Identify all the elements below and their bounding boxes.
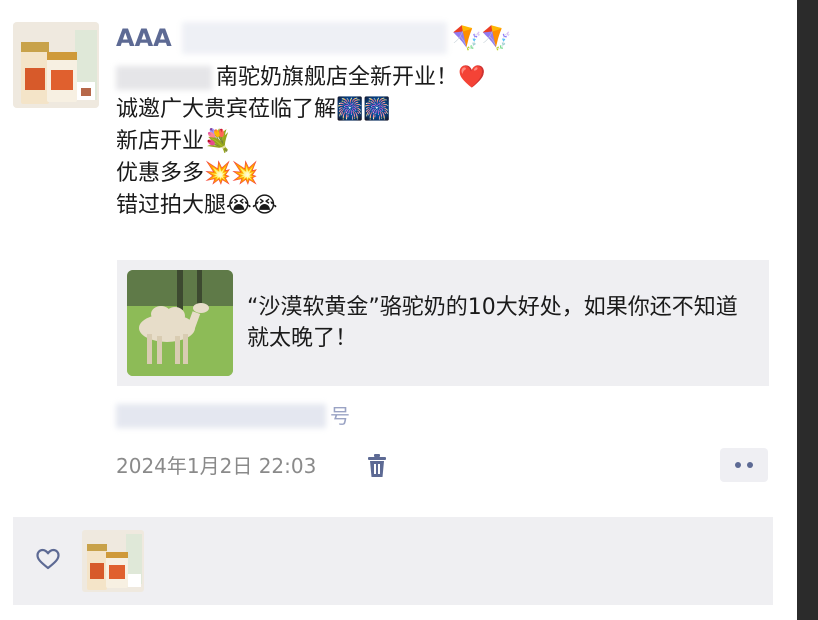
trash-icon[interactable] [365, 452, 389, 480]
heart-outline-icon[interactable] [35, 547, 61, 571]
post-line-text: 南驼奶旗舰店全新开业！❤️ [216, 65, 486, 90]
poster-name-text[interactable]: AAA [116, 24, 172, 52]
post-body: 南驼奶旗舰店全新开业！❤️ 诚邀广大贵宾莅临了解🎆🎆 新店开业💐 优惠多多💥💥 … [116, 62, 756, 222]
source-name-blurred [116, 404, 326, 428]
post-line: 优惠多多💥💥 [116, 158, 756, 190]
poster-name-suffix: 🪁🪁 [452, 22, 512, 54]
likes-section [13, 517, 773, 605]
source-account-label[interactable]: 号 [330, 400, 350, 432]
post-line-text: 诚邀广大贵宾莅临了解🎆🎆 [116, 97, 391, 122]
dot [735, 462, 741, 468]
post-timestamp: 2024年1月2日 22:03 [116, 454, 317, 478]
poster-name-blurred [182, 22, 447, 54]
avatar[interactable] [13, 22, 99, 108]
window-edge [797, 0, 818, 620]
product-avatar-image [13, 22, 99, 108]
kite-emoji: 🪁🪁 [452, 24, 512, 52]
shared-article-title[interactable]: “沙漠软黄金”骆驼奶的10大好处，如果你还不知道就太晚了！ [247, 292, 757, 354]
shared-article-card[interactable]: “沙漠软黄金”骆驼奶的10大好处，如果你还不知道就太晚了！ [117, 260, 769, 386]
post-line: 新店开业💐 [116, 126, 756, 158]
more-dots-icon[interactable] [720, 448, 768, 482]
post-line-text: 新店开业💐 [116, 129, 232, 154]
camel-photo-icon [127, 270, 233, 376]
post-line-text: 错过拍大腿😭😭 [116, 193, 278, 218]
poster-name[interactable]: AAA [116, 22, 172, 54]
post-line: 诚邀广大贵宾莅临了解🎆🎆 [116, 94, 756, 126]
liker-avatar[interactable] [82, 530, 144, 592]
post-line: 南驼奶旗舰店全新开业！❤️ [116, 62, 756, 94]
post-line-text: 优惠多多💥💥 [116, 161, 259, 186]
post-line: 错过拍大腿😭😭 [116, 190, 756, 222]
dot [747, 462, 753, 468]
blurred-text [116, 66, 212, 90]
